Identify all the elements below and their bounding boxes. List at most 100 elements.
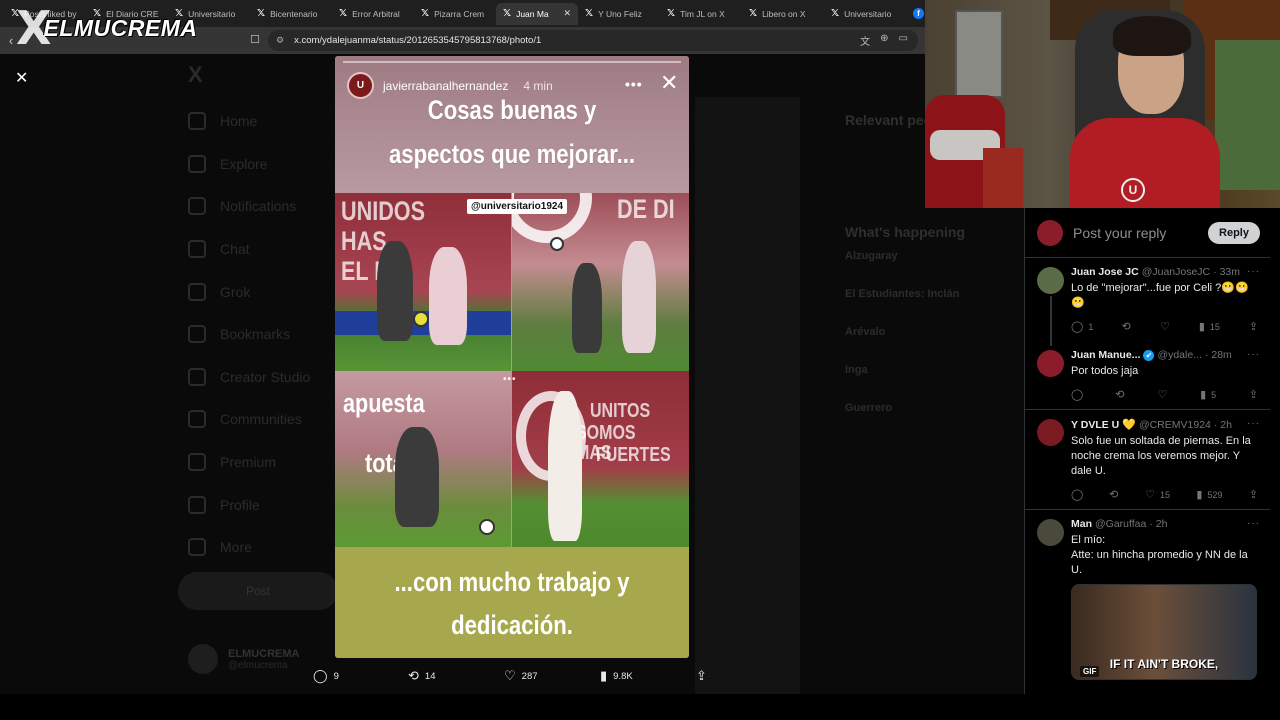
reply-count: 9 <box>333 670 339 682</box>
browser-tab[interactable]: 𝕏 Universitario <box>824 3 906 25</box>
sidebar-item-label: Home <box>220 113 258 130</box>
sidebar-item: Notifications <box>180 185 340 228</box>
browser-tab[interactable]: 𝕏 Pizarra Crem <box>414 3 496 25</box>
repost-button[interactable]: ⟲ <box>1122 320 1131 333</box>
trend-item: El Estudiantes: Inclán <box>845 288 960 300</box>
views-count: 529 <box>1207 489 1223 500</box>
author-handle[interactable]: @ydale... <box>1157 349 1202 361</box>
site-info-icon[interactable]: ⚙ <box>276 35 284 46</box>
verified-badge-icon: ✔ <box>1143 349 1155 361</box>
reply-button[interactable]: ◯ <box>1071 488 1083 501</box>
tweet-time[interactable]: · 33m <box>1213 266 1240 278</box>
tweet-gif[interactable]: IF IT AIN'T BROKE, GIF <box>1071 584 1257 680</box>
more-icon[interactable]: ··· <box>1247 418 1260 429</box>
like-button[interactable]: ♡ <box>1158 388 1168 401</box>
bookmark-icon[interactable]: ☐ <box>250 33 260 46</box>
author-name[interactable]: Juan Jose JC <box>1071 266 1139 278</box>
trend-item: Guerrero <box>845 402 893 414</box>
media-image[interactable]: U javierrabanalhernandez 4 min ••• ✕ Cos… <box>335 56 689 658</box>
repost-button[interactable]: ⟲ <box>1110 488 1119 501</box>
reply-submit-button[interactable]: Reply <box>1208 221 1260 244</box>
views-count: 5 <box>1211 389 1217 400</box>
author-name[interactable]: Juan Manue... <box>1071 349 1140 361</box>
post-button: Post <box>178 572 338 610</box>
url-bar[interactable]: ⚙ x.com/ydalejuanma/status/2012653545795… <box>268 30 918 51</box>
room-door <box>955 10 1003 98</box>
sidebar-item: Explore <box>180 143 340 186</box>
avatar[interactable] <box>1037 350 1064 377</box>
nav-icon <box>188 410 206 429</box>
like-button[interactable]: ♡ <box>1160 320 1170 333</box>
share-button[interactable]: ⇪ <box>1249 488 1258 501</box>
url-text[interactable]: x.com/ydalejuanma/status/201265354579581… <box>294 35 860 46</box>
share-button[interactable]: ⇪ <box>1249 388 1258 401</box>
browser-tab[interactable]: 𝕏 Y Uno Feliz <box>578 3 660 25</box>
reply-button[interactable]: ◯ 9 <box>313 668 339 684</box>
author-handle[interactable]: @Garuffaa <box>1095 518 1146 530</box>
account-handle: @elmucrema <box>228 659 288 671</box>
reply-button[interactable]: ◯ 1 <box>1071 320 1093 333</box>
avatar[interactable] <box>1037 267 1064 294</box>
reply-tweet[interactable]: ··· Juan Manue... ✔ @ydale... · 28m Por … <box>1025 341 1270 410</box>
x-logo-icon: 𝕏 <box>421 8 430 19</box>
tweet-text: Solo fue un soltada de piernas. En la no… <box>1071 435 1251 477</box>
close-tab-icon[interactable]: ✕ <box>563 8 571 19</box>
cast-icon[interactable]: ▭ <box>899 33 908 48</box>
more-icon[interactable]: ··· <box>1247 518 1260 529</box>
reply-input[interactable]: Post your reply <box>1073 225 1208 241</box>
views-button[interactable]: ▮ 529 <box>1196 488 1222 501</box>
browser-tab[interactable]: 𝕏 Tim JL on X <box>660 3 742 25</box>
more-icon[interactable]: ··· <box>1247 349 1260 360</box>
story-subtitle: ...con mucho trabajo y dedicación. <box>367 561 657 647</box>
reply-tweet[interactable]: ··· Man @Garuffaa · 2h El mío: Atte: un … <box>1025 510 1270 688</box>
translate-icon[interactable]: 文 <box>860 33 870 48</box>
views-button[interactable]: ▮ 5 <box>1200 388 1216 401</box>
repost-icon: ⟲ <box>408 668 419 683</box>
streamer-shirt <box>1070 118 1220 208</box>
views-count: 15 <box>1209 321 1220 332</box>
watermark-text: ELMUCREMA <box>43 14 198 41</box>
x-logo-icon: 𝕏 <box>749 8 758 19</box>
avatar[interactable] <box>1037 419 1064 446</box>
browser-tab[interactable]: 𝕏 Error Arbitral <box>332 3 414 25</box>
heart-icon: ♡ <box>1160 321 1171 333</box>
browser-tab[interactable]: 𝕏 Bicentenario <box>250 3 332 25</box>
avatar[interactable] <box>1037 519 1064 546</box>
x-logo: X <box>188 62 203 87</box>
author-name[interactable]: Y DVLE U <box>1071 419 1119 431</box>
like-count: 15 <box>1160 489 1171 500</box>
mention-tag: @universitario1924 <box>467 199 568 214</box>
sidebar-item-label: Premium <box>220 454 277 471</box>
like-button[interactable]: ♡ 15 <box>1145 488 1170 501</box>
sidebar-item-label: Profile <box>220 496 260 513</box>
reply-button[interactable]: ◯ <box>1071 388 1083 401</box>
like-button[interactable]: ♡ 287 <box>504 668 538 684</box>
wall-text: apuesta <box>343 388 425 418</box>
repost-button[interactable]: ⟲ <box>1116 388 1125 401</box>
tab-title: Tim JL on X <box>680 8 725 19</box>
more-icon[interactable]: ··· <box>1247 266 1260 277</box>
repost-button[interactable]: ⟲ 14 <box>408 668 435 684</box>
author-name[interactable]: Man <box>1071 518 1092 530</box>
tweet-time[interactable]: · 2h <box>1149 518 1167 530</box>
story-subtitle-line2: dedicación. <box>451 610 573 640</box>
close-media-icon[interactable]: ✕ <box>15 68 28 88</box>
share-button[interactable]: ⇪ <box>696 668 707 684</box>
heart-icon: ♡ <box>504 668 516 683</box>
story-title-line1: Cosas buenas y <box>427 95 597 125</box>
reply-tweet[interactable]: ··· Y DVLE U 💛 @CREMV1924 · 2h Solo fue … <box>1025 410 1270 510</box>
browser-tab[interactable]: 𝕏 Libero on X <box>742 3 824 25</box>
zoom-icon[interactable]: ⊕ <box>880 33 888 48</box>
browser-tab[interactable]: 𝕏 Juan Ma ✕ <box>496 2 578 25</box>
views-button[interactable]: ▮ 9.8K <box>600 668 633 684</box>
reply-tweet[interactable]: ··· Juan Jose JC @JuanJoseJC · 33m Lo de… <box>1025 258 1270 346</box>
tweet-time[interactable]: · 28m <box>1205 349 1232 361</box>
sidebar-item: Profile <box>180 483 340 526</box>
author-handle[interactable]: @JuanJoseJC <box>1142 266 1210 278</box>
share-button[interactable]: ⇪ <box>1249 320 1258 333</box>
nav-icon <box>188 367 206 386</box>
sidebar-item-label: Notifications <box>220 198 297 215</box>
author-handle[interactable]: @CREMV1924 <box>1139 419 1211 431</box>
views-button[interactable]: ▮ 15 <box>1199 320 1220 333</box>
tweet-time[interactable]: · 2h <box>1214 419 1232 431</box>
